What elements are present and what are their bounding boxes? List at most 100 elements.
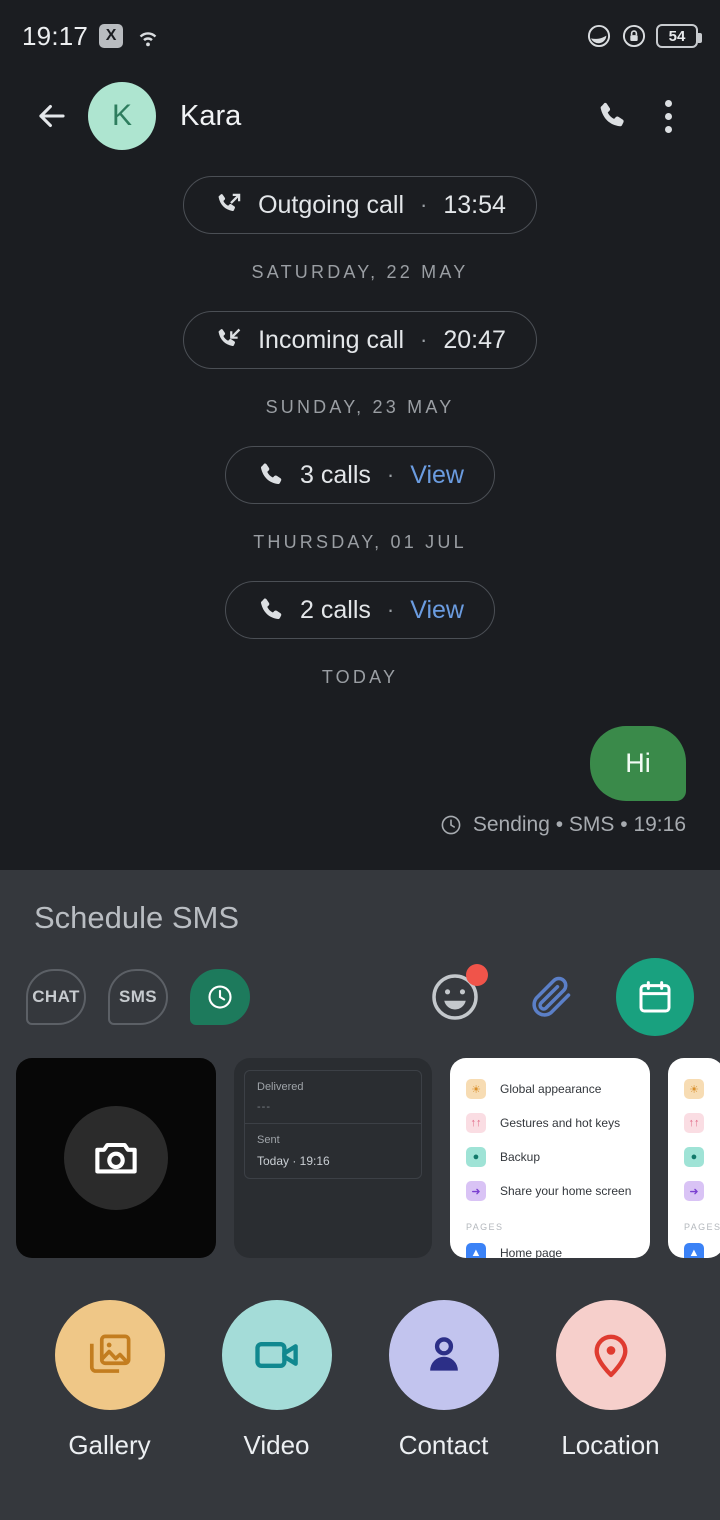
battery-indicator: 54 [656,24,702,48]
call-log-chip-group-3[interactable]: 3 calls · View [225,446,495,504]
chip-value: 20:47 [443,325,506,354]
share-icon: ➜ [466,1181,486,1201]
emoji-button[interactable] [424,964,488,1028]
view-link[interactable]: View [410,596,464,625]
chip-label: Outgoing call [258,190,405,219]
list-item-label: Share your home screen [500,1184,632,1198]
sent-label: Sent [257,1134,280,1146]
quick-action-label: Video [243,1430,310,1460]
quick-actions-row: Gallery Video Contact Location [0,1258,720,1461]
backup-icon: ● [466,1147,486,1167]
thumbnail-screenshot-dark[interactable]: Delivered --- Sent Today · 19:16 [234,1058,432,1258]
location-circle [555,1300,666,1410]
list-item: ↑↑ Gestures and hot keys [450,1106,650,1140]
list-item: ● Backup [450,1140,650,1174]
view-link[interactable]: View [410,461,464,490]
attach-file-button[interactable] [520,966,582,1028]
call-log-chip-group-2[interactable]: 2 calls · View [225,581,495,639]
chat-entry: 2 calls · View [0,581,720,639]
section-header: PAGES [466,1222,504,1232]
phone-icon [256,460,286,490]
gestures-icon: ↑↑ [466,1113,486,1133]
divider [245,1123,421,1124]
chat-thread[interactable]: Outgoing call · 13:54 SATURDAY, 22 MAY I… [0,160,720,870]
mode-schedule-button[interactable] [190,969,250,1025]
quick-action-location[interactable]: Location [541,1300,681,1461]
status-bar-right: 54 [586,23,702,49]
chip-separator: · [386,462,395,487]
mode-chat-label: CHAT [32,987,80,1006]
chip-label: Incoming call [258,325,404,354]
rotation-lock-icon [621,23,647,49]
list-item-label: Global appearance [500,1082,602,1096]
camera-icon [90,1132,142,1184]
chip-separator: · [386,597,395,622]
thumbnail-strip[interactable]: Delivered --- Sent Today · 19:16 ☀ Globa… [0,1036,720,1258]
location-icon [585,1329,637,1381]
schedule-button[interactable] [616,958,694,1036]
status-bar: 19:17 X 54 [0,0,720,72]
do-not-disturb-icon [586,23,612,49]
contact-name[interactable]: Kara [180,100,584,133]
contact-icon [418,1329,470,1381]
chip-label: 2 calls [300,595,371,624]
video-icon [251,1329,303,1381]
clock-icon [205,982,235,1012]
message-status-text: Sending • SMS • 19:16 [472,813,686,836]
list-item: ▲ Home page [450,1236,650,1258]
arrow-left-icon [33,97,71,135]
call-log-chip-incoming[interactable]: Incoming call · 20:47 [183,311,537,369]
quick-action-contact[interactable]: Contact [374,1300,514,1461]
list-item: ☀ [668,1072,720,1106]
thumbnail-screenshot-settings-partial[interactable]: ☀ ↑↑ ● ➜ PAGES ▲ [668,1058,720,1258]
gestures-icon: ↑↑ [684,1113,704,1133]
panel-actions [424,958,694,1036]
thumbnail-camera[interactable] [16,1058,216,1258]
quick-action-video[interactable]: Video [207,1300,347,1461]
list-item: ➜ [668,1174,720,1208]
panel-toolbar: CHAT SMS [0,936,720,1036]
gallery-circle [54,1300,165,1410]
delivered-label: Delivered [257,1081,304,1093]
quick-action-gallery[interactable]: Gallery [40,1300,180,1461]
date-divider: SATURDAY, 22 MAY [251,262,469,282]
share-icon: ➜ [684,1181,704,1201]
call-incoming-icon [214,325,244,355]
message-bubble[interactable]: Hi [590,726,686,801]
attachment-panel: Schedule SMS CHAT SMS Delivered --- Sent… [0,870,720,1520]
list-item: ☀ Global appearance [450,1072,650,1106]
x-badge-icon: X [99,24,124,48]
mode-sms-button[interactable]: SMS [108,969,168,1025]
chat-entry: Incoming call · 20:47 [0,311,720,369]
list-item: ● [668,1140,720,1174]
list-item: ➜ Share your home screen [450,1174,650,1208]
home-icon: ▲ [684,1243,704,1258]
video-circle [221,1300,332,1410]
sent-value: Today · 19:16 [257,1154,330,1168]
more-vertical-icon [664,99,672,133]
appearance-icon: ☀ [684,1079,704,1099]
thumbnail-card: Delivered --- Sent Today · 19:16 [244,1070,422,1179]
battery-level: 54 [668,27,686,45]
gallery-icon [84,1329,136,1381]
mode-selector: CHAT SMS [26,969,250,1025]
contact-circle [388,1300,499,1410]
avatar[interactable]: K [88,82,156,150]
delivered-value: --- [257,1101,271,1113]
clock-icon [439,813,463,837]
date-divider: SUNDAY, 23 MAY [265,397,455,417]
list-item: ↑↑ [668,1106,720,1140]
phone-screen: 19:17 X 54 K Kara Outgoing call · 13:54 … [0,0,720,1520]
call-button[interactable] [584,88,640,144]
call-log-chip-outgoing[interactable]: Outgoing call · 13:54 [183,176,537,234]
back-button[interactable] [24,88,80,144]
mode-chat-button[interactable]: CHAT [26,969,86,1025]
message-row-outgoing: Hi [0,726,720,801]
call-outgoing-icon [214,190,244,220]
camera-shutter[interactable] [64,1106,168,1210]
thumbnail-screenshot-settings[interactable]: ☀ Global appearance ↑↑ Gestures and hot … [450,1058,650,1258]
appearance-icon: ☀ [466,1079,486,1099]
paperclip-icon [526,972,576,1022]
overflow-menu-button[interactable] [640,88,696,144]
chip-separator: · [420,192,428,217]
